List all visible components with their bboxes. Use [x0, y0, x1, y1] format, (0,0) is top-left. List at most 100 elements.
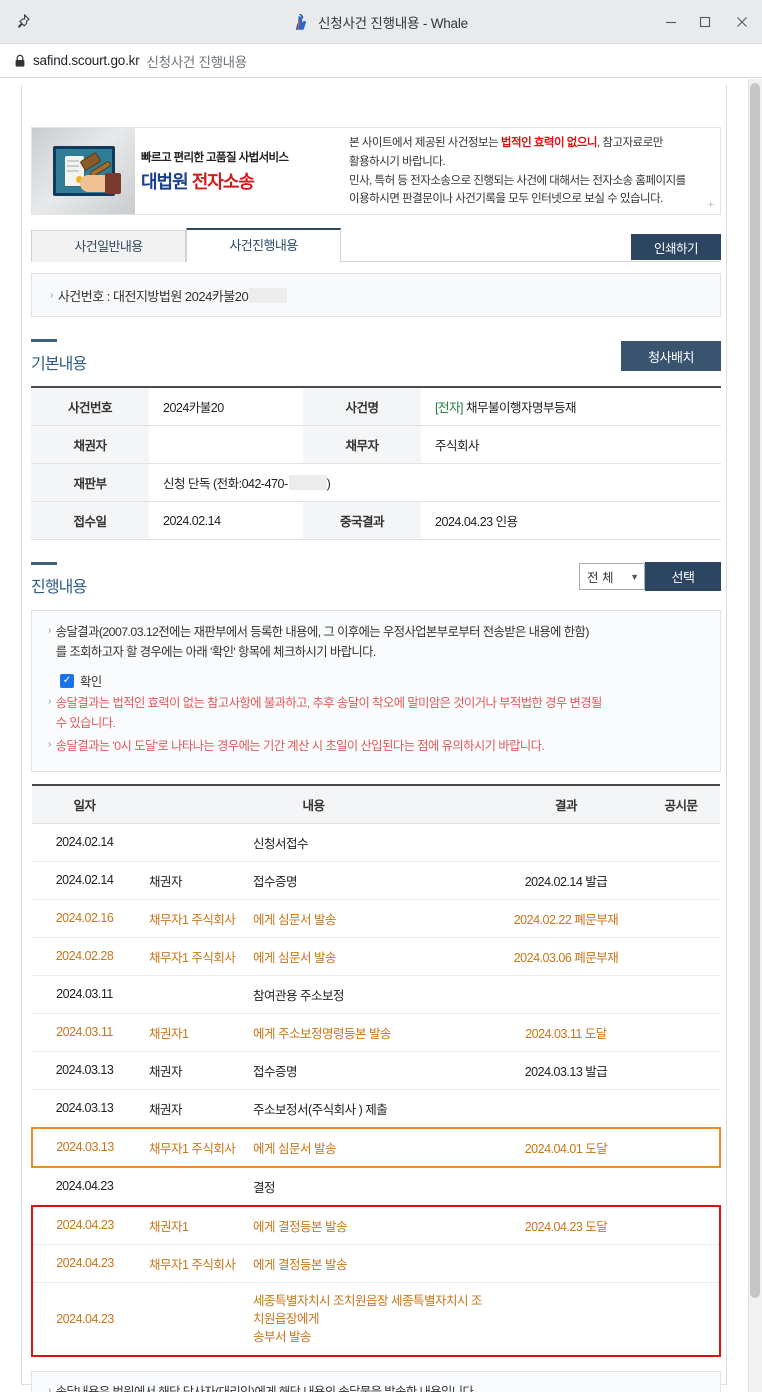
cell-desc: 세종특별자치시 조치원읍장 세종특별자치시 조치원읍장에게 송부서 발송: [249, 1282, 490, 1357]
bullet-icon: ›: [48, 695, 51, 707]
footer-note-1-text: 송달내용은 법원에서 해당 당사자(대리인)에게 해당 내용의 송달물을 발송한…: [55, 1384, 477, 1392]
scrollbar-thumb[interactable]: [750, 83, 760, 1298]
cell-party: 채무자1 주식회사: [137, 1126, 249, 1168]
cell-public: [642, 1282, 721, 1357]
value-case-name: [전자] 채무불이행자명부등재: [421, 387, 721, 426]
banner-text-area: 빠르고 편리한 고품질 사법서비스 대법원 전자소송 본 사이트에서 제공된 사…: [135, 128, 720, 214]
cell-date: 2024.02.14: [32, 861, 137, 900]
label-debtor: 채무자: [303, 425, 422, 464]
cell-public: [642, 975, 720, 1014]
window-title: 신청사건 진행내용 - Whale: [318, 16, 468, 31]
progress-filter-select[interactable]: 전 체 ▼: [579, 563, 645, 590]
cell-result: 2024.04.01 도달: [490, 1126, 642, 1168]
cell-result: 2024.03.13 발급: [490, 1051, 642, 1090]
cell-public: [642, 1051, 720, 1090]
value-creditor: [149, 425, 304, 464]
banner-note: 본 사이트에서 제공된 사건정보는 법적인 효력이 없으니, 참고자료로만 활용…: [349, 134, 686, 210]
banner-brand-ecourt: 전자소송: [191, 172, 255, 192]
maximize-button[interactable]: [688, 0, 722, 44]
confirm-checkbox-row[interactable]: ✓ 확인: [60, 672, 704, 690]
web-page: 빠르고 편리한 고품질 사법서비스 대법원 전자소송 본 사이트에서 제공된 사…: [0, 79, 748, 1392]
cell-party: [137, 1166, 249, 1207]
table-row: 2024.02.14 채권자 접수증명 2024.02.14 발급: [32, 861, 720, 900]
progress-select-button[interactable]: 선택: [645, 562, 721, 591]
column-date: 일자: [32, 784, 137, 824]
banner-brand-court: 대법원: [141, 172, 189, 192]
cell-public: [642, 1244, 721, 1283]
url-domain: safind.scourt.go.kr: [33, 53, 140, 68]
label-receipt-date: 접수일: [31, 501, 149, 540]
cell-result: [490, 975, 642, 1014]
cell-public: [642, 1126, 721, 1168]
case-number-bar: › 사건번호 : 대전지방법원 2024카불20: [31, 273, 721, 317]
redacted-phone: [288, 475, 327, 490]
cell-date: 2024.03.11: [32, 1013, 137, 1052]
label-case-number: 사건번호: [31, 387, 149, 426]
cell-public: [642, 1013, 720, 1052]
cell-date: 2024.03.13: [31, 1126, 137, 1168]
footer-notice-box: › 송달내용은 법원에서 해당 당사자(대리인)에게 해당 내용의 송달물을 발…: [31, 1370, 721, 1392]
banner-slogan: 빠르고 편리한 고품질 사법서비스 대법원 전자소송: [141, 149, 337, 194]
minimize-button[interactable]: [654, 0, 688, 44]
table-row: 2024.04.23 채권자1 에게 결정등본 발송 2024.04.23 도달: [31, 1204, 721, 1245]
notice-red-2-text: 송달결과는 '0시 도달'로 나타나는 경우에는 기간 계산 시 초일이 산입된…: [55, 738, 545, 753]
column-public-notice: 공시문: [642, 784, 720, 824]
basic-info-table: 사건번호 2024카불20 사건명 [전자] 채무불이행자명부등재 채권자 채무…: [31, 386, 721, 540]
cell-result: [490, 1166, 642, 1207]
label-creditor: 채권자: [31, 425, 149, 464]
confirm-checkbox[interactable]: ✓: [60, 673, 74, 688]
progress-filter-value: 전 체: [587, 571, 614, 585]
close-button[interactable]: [722, 0, 762, 44]
cell-date: 2024.02.28: [32, 937, 137, 976]
banner-note-line1-b: , 참고자료로만: [597, 136, 663, 149]
cell-public: [642, 937, 720, 976]
sleeve-shape: [104, 173, 121, 194]
cell-party: 채권자1: [137, 1013, 249, 1052]
cell-party: 채무자1 주식회사: [137, 1244, 249, 1283]
cell-result: 2024.03.11 도달: [490, 1013, 642, 1052]
cell-desc: 주소보정서(주식회사 ) 제출: [249, 1089, 490, 1129]
vertical-scrollbar[interactable]: [748, 79, 762, 1392]
cell-result: 2024.04.23 도달: [490, 1204, 642, 1245]
basic-info-section-header: 기본내용 청사배치: [31, 339, 721, 374]
cell-result: [490, 1282, 642, 1357]
progress-table-body: 2024.02.14 신청서접수 2024.02.14 채권자 접수증명 2024.02.…: [31, 823, 721, 1357]
cell-result: [490, 1089, 642, 1129]
cell-desc: 에게 심문서 발송: [249, 899, 490, 938]
pin-icon[interactable]: [0, 0, 44, 44]
banner-note-line2: 활용하시기 바랍니다.: [349, 155, 446, 168]
section-accent-line: [31, 339, 57, 342]
cell-desc: 에게 결정등본 발송: [249, 1204, 490, 1245]
progress-controls: 전 체 ▼ 선택: [579, 562, 721, 591]
cell-date: 2024.04.23: [32, 1166, 137, 1207]
court-division-text: 신청 단독 (전화:042-470-: [163, 477, 288, 491]
cell-date: 2024.04.23: [31, 1204, 137, 1245]
address-bar[interactable]: safind.scourt.go.kr 신청사건 진행내용: [0, 44, 762, 78]
notice-red-1-line-1: 송달결과는 법적인 효력이 없는 참고사항에 불과하고, 추후 송달이 착오에 …: [55, 695, 603, 710]
table-row: 2024.02.14 신청서접수: [32, 823, 720, 862]
basic-info-title: 기본내용: [31, 356, 87, 373]
notice-item-1-text: 송달결과(2007.03.12전에는 재판부에서 등록한 내용에, 그 이후에는…: [56, 623, 704, 663]
browser-window: 신청사건 진행내용 - Whale safind.scourt.go.kr 신청…: [0, 0, 762, 1392]
print-button[interactable]: 인쇄하기: [631, 234, 721, 260]
case-name-text: 채무불이행자명부등재: [465, 401, 577, 415]
tab-case-progress[interactable]: 사건진행내용: [186, 228, 341, 262]
courthouse-layout-button[interactable]: 청사배치: [621, 341, 721, 371]
tab-case-general[interactable]: 사건일반내용: [31, 230, 186, 262]
table-row: 2024.03.13 채무자1 주식회사 에게 심문서 발송 2024.04.01 도…: [31, 1126, 721, 1168]
case-number-label: 사건번호 : 대전지방법원 2024카불20: [57, 288, 249, 304]
tab-bar: 사건일반내용 사건진행내용 인쇄하기: [31, 228, 721, 262]
cell-party: 채권자1: [137, 1204, 249, 1245]
table-row: 2024.03.11 참여관용 주소보정: [32, 975, 720, 1014]
banner-expand-icon[interactable]: +: [708, 199, 714, 211]
whale-logo-icon: [294, 13, 310, 31]
redacted-block: [249, 287, 288, 303]
banner-slogan-small: 빠르고 편리한 고품질 사법서비스: [141, 152, 289, 164]
table-row: 사건번호 2024카불20 사건명 [전자] 채무불이행자명부등재: [31, 387, 721, 426]
notice-line-1: 송달결과(2007.03.12전에는 재판부에서 등록한 내용에, 그 이후에는…: [55, 625, 590, 639]
cell-result: 2024.02.22 폐문부재: [490, 899, 642, 938]
label-court-division: 재판부: [31, 463, 149, 502]
cell-desc: 에게 주소보정명령등본 발송: [249, 1013, 490, 1052]
cell-date: 2024.03.11: [32, 975, 137, 1014]
cell-public: [642, 861, 720, 900]
